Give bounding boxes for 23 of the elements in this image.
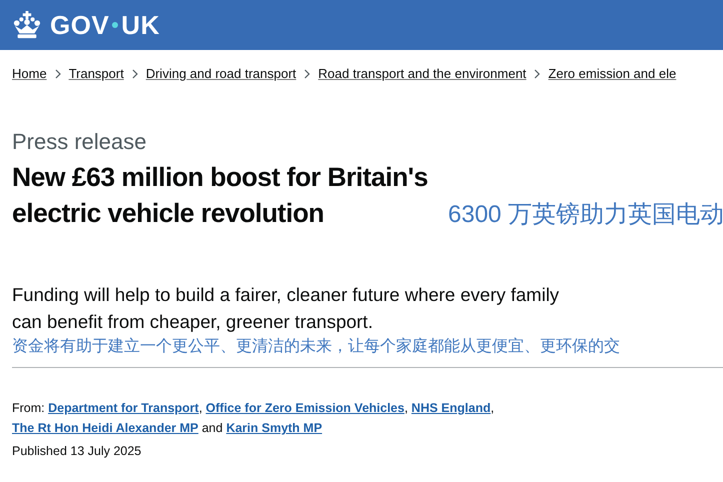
breadcrumb-link[interactable]: Zero emission and ele xyxy=(548,66,676,81)
chevron-icon xyxy=(304,68,310,78)
chevron-icon xyxy=(534,68,540,78)
document-type: Press release xyxy=(12,129,148,155)
from-line: From: Department for Transport, Office for Zero Emission Vehicles, NHS England, The Rt Hon Heidi Alexander MP and Karin Smyth MP xyxy=(12,400,496,437)
translated-title: 6300 万英镑助力英国电动 xyxy=(448,200,723,230)
breadcrumb-link[interactable]: Road transport and the environment xyxy=(318,66,526,81)
organisation-link[interactable]: Karin Smyth MP xyxy=(226,421,322,435)
breadcrumb-link[interactable]: Driving and road transport xyxy=(146,66,296,81)
organisation-link[interactable]: The Rt Hon Heidi Alexander MP xyxy=(12,421,198,435)
govuk-logo[interactable]: GOV UK xyxy=(12,10,160,40)
crown-icon xyxy=(12,11,42,39)
chevron-icon xyxy=(132,68,138,78)
translated-summary: 资金将有助于建立一个更公平、更清洁的未来，让每个家庭都能从更便宜、更环保的交 xyxy=(12,336,621,357)
organisation-link[interactable]: Department for Transport xyxy=(48,401,199,415)
breadcrumb-link[interactable]: Home xyxy=(12,66,47,81)
summary-text: Funding will help to build a fairer, cleaner future where every family can benefit from cheaper, greener transport. xyxy=(12,283,560,334)
breadcrumb-link[interactable]: Transport xyxy=(68,66,124,81)
organisation-link[interactable]: Office for Zero Emission Vehicles xyxy=(206,401,404,415)
chevron-icon xyxy=(54,68,61,78)
published-date: Published 13 July 2025 xyxy=(12,444,142,458)
page-title: New £63 million boost for Britain's electric vehicle revolution xyxy=(12,161,429,230)
organisation-link[interactable]: NHS England xyxy=(411,401,491,415)
